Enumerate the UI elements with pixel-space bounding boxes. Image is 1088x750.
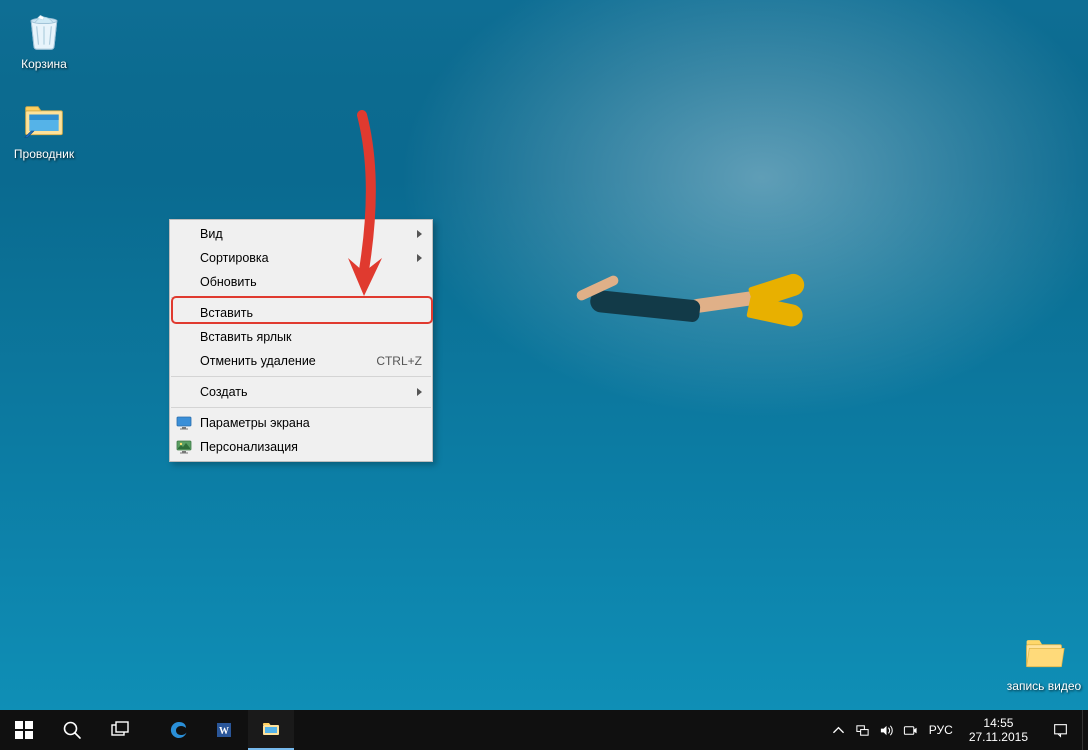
ctx-item-label: Вставить ярлык [200, 330, 422, 344]
ctx-item-new[interactable]: Создать [170, 380, 432, 404]
tray-time: 14:55 [969, 716, 1028, 730]
ctx-item-label: Сортировка [200, 251, 417, 265]
ctx-item-label: Отменить удаление [200, 354, 376, 368]
tray-action-center-button[interactable] [1038, 710, 1082, 750]
volume-icon [879, 723, 894, 738]
desktop-icon-label: Корзина [6, 57, 82, 71]
ctx-item-sort[interactable]: Сортировка [170, 246, 432, 270]
ctx-item-personalize[interactable]: Персонализация [170, 435, 432, 459]
taskbar-app-edge[interactable] [156, 710, 202, 750]
action-center-icon [1053, 723, 1068, 738]
system-tray: РУС 14:55 27.11.2015 [827, 710, 1088, 750]
personalize-icon [176, 439, 192, 455]
show-desktop-button[interactable] [1082, 710, 1088, 750]
wallpaper-swimmer [560, 265, 820, 355]
ctx-item-label: Создать [200, 385, 417, 399]
word-icon: W [215, 720, 235, 740]
ctx-item-display-settings[interactable]: Параметры экрана [170, 411, 432, 435]
ctx-item-paste-shortcut[interactable]: Вставить ярлык [170, 325, 432, 349]
desktop-context-menu: Вид Сортировка Обновить Вставить Вставит… [169, 219, 433, 462]
tray-recording-indicator[interactable] [899, 710, 923, 750]
desktop-icon-video-folder[interactable]: запись видео [1006, 628, 1082, 693]
ctx-item-refresh[interactable]: Обновить [170, 270, 432, 294]
ctx-item-label: Параметры экрана [200, 416, 422, 430]
svg-text:W: W [219, 726, 229, 737]
desktop-icon-label: запись видео [1006, 679, 1082, 693]
ctx-item-label: Вставить [200, 306, 422, 320]
chevron-right-icon [417, 254, 422, 262]
edge-icon [169, 720, 189, 740]
tray-date: 27.11.2015 [969, 730, 1028, 744]
tray-language-button[interactable]: РУС [923, 723, 959, 737]
desktop-icon-recycle-bin[interactable]: Корзина [6, 6, 82, 71]
start-button[interactable] [0, 710, 48, 750]
chevron-right-icon [417, 388, 422, 396]
tray-clock[interactable]: 14:55 27.11.2015 [959, 716, 1038, 744]
ctx-item-undo-delete[interactable]: Отменить удаление CTRL+Z [170, 349, 432, 373]
ctx-item-label: Вид [200, 227, 417, 241]
tray-overflow-button[interactable] [827, 710, 851, 750]
search-button[interactable] [48, 710, 96, 750]
taskbar-app-word[interactable]: W [202, 710, 248, 750]
ctx-item-view[interactable]: Вид [170, 222, 432, 246]
task-view-button[interactable] [96, 710, 144, 750]
folder-icon [1020, 628, 1068, 676]
windows-icon [14, 720, 34, 740]
network-icon [855, 723, 870, 738]
desktop-icon-label: Проводник [6, 147, 82, 161]
display-settings-icon [176, 415, 192, 431]
recording-icon [903, 723, 918, 738]
taskbar-app-file-explorer[interactable] [248, 710, 294, 750]
ctx-separator [171, 407, 431, 408]
file-explorer-icon [20, 96, 68, 144]
chevron-right-icon [417, 230, 422, 238]
file-explorer-taskbar-icon [261, 719, 281, 739]
search-icon [62, 720, 82, 740]
ctx-separator [171, 376, 431, 377]
desktop-icon-file-explorer[interactable]: Проводник [6, 96, 82, 161]
desktop[interactable]: Корзина Проводник запись видео [0, 0, 1088, 710]
ctx-separator [171, 297, 431, 298]
ctx-item-paste[interactable]: Вставить [170, 301, 432, 325]
tray-volume-button[interactable] [875, 710, 899, 750]
tray-network-button[interactable] [851, 710, 875, 750]
taskbar-apps: W [156, 710, 294, 750]
chevron-up-icon [831, 723, 846, 738]
ctx-item-label: Обновить [200, 275, 422, 289]
ctx-item-label: Персонализация [200, 440, 422, 454]
taskbar: W [0, 710, 1088, 750]
recycle-bin-icon [20, 6, 68, 54]
task-view-icon [110, 720, 130, 740]
ctx-item-shortcut: CTRL+Z [376, 354, 422, 368]
